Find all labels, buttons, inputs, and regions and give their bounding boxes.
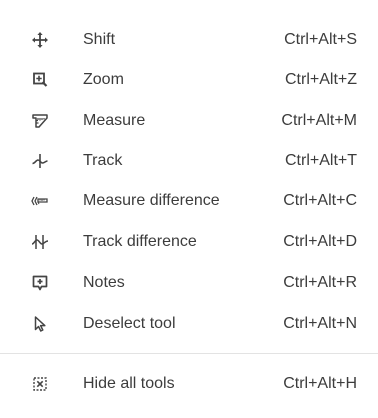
menu-item-shortcut: Ctrl+Alt+Z	[284, 71, 357, 88]
menu-item-label: Measure	[83, 112, 146, 129]
menu-item-shortcut: Ctrl+Alt+S	[284, 31, 357, 48]
menu-item-shortcut: Ctrl+Alt+D	[283, 233, 357, 250]
menu-item-shortcut: Ctrl+Alt+T	[284, 152, 357, 169]
menu-item-notes[interactable]: Notes Ctrl+Alt+R	[0, 263, 378, 303]
menu-item-zoom[interactable]: Zoom Ctrl+Alt+Z	[0, 60, 378, 100]
zoom-in-icon	[30, 70, 50, 90]
note-icon	[30, 273, 50, 293]
menu-item-label: Hide all tools	[83, 375, 175, 392]
track-difference-icon	[30, 232, 50, 252]
menu-item-shortcut: Ctrl+Alt+N	[283, 315, 357, 332]
menu-item-deselect-tool[interactable]: Deselect tool Ctrl+Alt+N	[0, 304, 378, 344]
move-arrows-icon	[30, 30, 50, 50]
menu-item-label: Zoom	[83, 71, 124, 88]
menu-item-label: Shift	[83, 31, 116, 48]
ruler-icon	[30, 111, 50, 131]
menu-divider	[0, 353, 378, 354]
menu-item-label: Track difference	[83, 233, 197, 250]
menu-item-shortcut: Ctrl+Alt+R	[283, 274, 357, 291]
hide-tools-icon	[30, 374, 50, 394]
menu-item-label: Track	[83, 152, 123, 169]
menu-item-hide-all-tools[interactable]: Hide all tools Ctrl+Alt+H	[0, 364, 378, 404]
measure-difference-icon	[30, 191, 50, 211]
menu-item-shortcut: Ctrl+Alt+H	[283, 375, 357, 392]
menu-item-shortcut: Ctrl+Alt+M	[281, 112, 357, 129]
menu-item-measure[interactable]: Measure Ctrl+Alt+M	[0, 101, 378, 141]
menu-item-label: Notes	[83, 274, 125, 291]
menu-item-label: Deselect tool	[83, 315, 176, 332]
menu-item-track[interactable]: Track Ctrl+Alt+T	[0, 141, 378, 181]
menu-item-measure-difference[interactable]: Measure difference Ctrl+Alt+C	[0, 181, 378, 221]
tools-menu: Shift Ctrl+Alt+S Zoom Ctrl+Alt+Z Measure…	[0, 0, 378, 418]
menu-item-shortcut: Ctrl+Alt+C	[283, 192, 357, 209]
cursor-icon	[30, 314, 50, 334]
track-icon	[30, 151, 50, 171]
menu-item-track-difference[interactable]: Track difference Ctrl+Alt+D	[0, 222, 378, 262]
menu-item-label: Measure difference	[83, 192, 220, 209]
menu-item-shift[interactable]: Shift Ctrl+Alt+S	[0, 20, 378, 60]
